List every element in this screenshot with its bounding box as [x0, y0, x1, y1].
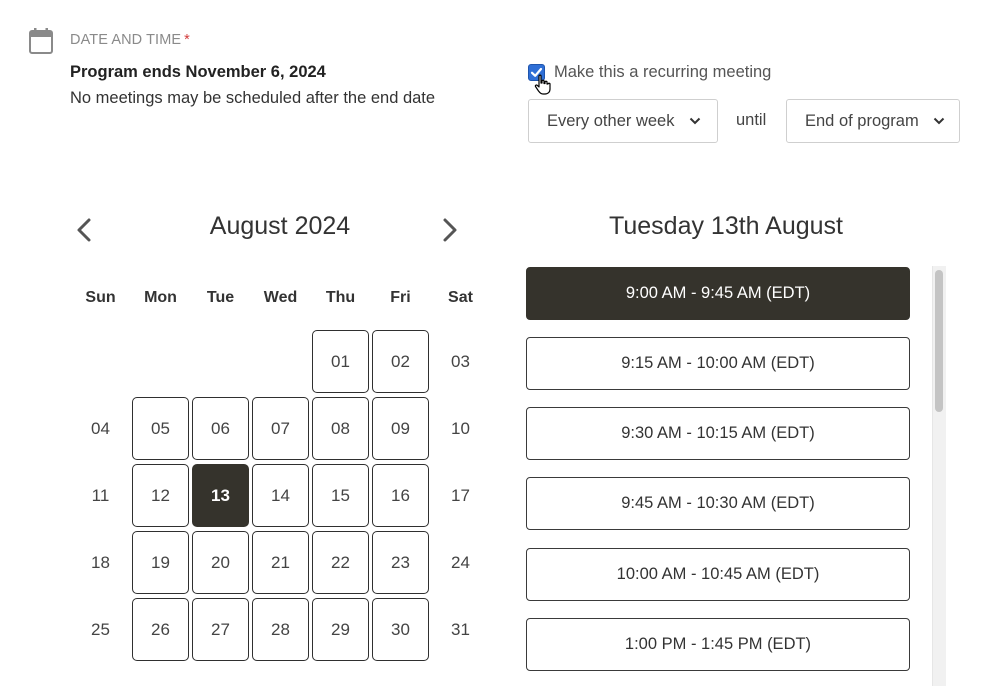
time-slot[interactable]: 9:45 AM - 10:30 AM (EDT): [526, 477, 910, 530]
calendar-day[interactable]: 21: [252, 531, 309, 594]
calendar-day[interactable]: 15: [312, 464, 369, 527]
end-select[interactable]: End of program: [786, 99, 960, 143]
calendar-day[interactable]: 14: [252, 464, 309, 527]
calendar-day[interactable]: 16: [372, 464, 429, 527]
calendar-day[interactable]: 26: [132, 598, 189, 661]
required-marker: *: [184, 32, 190, 48]
section-title: DATE AND TIME *: [70, 32, 190, 48]
time-slot[interactable]: 10:00 AM - 10:45 AM (EDT): [526, 548, 910, 601]
weekday-header: Sun: [85, 289, 116, 306]
calendar-day-unavailable: 03: [451, 351, 470, 371]
calendar-day[interactable]: 19: [132, 531, 189, 594]
slot-scrollbar-thumb[interactable]: [935, 270, 943, 412]
calendar-day[interactable]: 28: [252, 598, 309, 661]
calendar-day-unavailable: 10: [451, 418, 470, 438]
calendar-day[interactable]: 01: [312, 330, 369, 393]
weekday-header: Mon: [144, 289, 177, 306]
calendar-day[interactable]: 23: [372, 531, 429, 594]
weekday-header: Sat: [448, 289, 473, 306]
weekday-header: Fri: [390, 289, 411, 306]
calendar-day[interactable]: 29: [312, 598, 369, 661]
calendar-day-unavailable: 18: [91, 552, 110, 572]
section-title-text: DATE AND TIME: [70, 32, 182, 48]
calendar-day[interactable]: 06: [192, 397, 249, 460]
calendar-day[interactable]: 02: [372, 330, 429, 393]
recurring-label[interactable]: Make this a recurring meeting: [554, 63, 771, 82]
time-slot[interactable]: 9:15 AM - 10:00 AM (EDT): [526, 337, 910, 390]
weekday-header: Wed: [263, 289, 298, 306]
calendar-day[interactable]: 07: [252, 397, 309, 460]
calendar-day[interactable]: 27: [192, 598, 249, 661]
weekday-header: Tue: [206, 289, 235, 306]
time-slot-selected[interactable]: 9:00 AM - 9:45 AM (EDT): [526, 267, 910, 320]
calendar-day-unavailable: 04: [91, 418, 110, 438]
calendar-day[interactable]: 22: [312, 531, 369, 594]
prev-month-button[interactable]: [72, 216, 96, 244]
calendar-day-selected[interactable]: 13: [192, 464, 249, 527]
chevron-down-icon: [689, 117, 701, 125]
time-slot[interactable]: 9:30 AM - 10:15 AM (EDT): [526, 407, 910, 460]
calendar-day-unavailable: 31: [451, 619, 470, 639]
calendar-day[interactable]: 12: [132, 464, 189, 527]
calendar-day-unavailable: 11: [91, 485, 110, 505]
hand-pointer-icon: [534, 74, 551, 95]
chevron-down-icon: [933, 117, 945, 125]
calendar-icon: [29, 28, 53, 54]
program-end-date: Program ends November 6, 2024: [70, 63, 326, 81]
frequency-select[interactable]: Every other week: [528, 99, 718, 143]
until-label: until: [736, 111, 767, 129]
calendar-day[interactable]: 30: [372, 598, 429, 661]
program-end-note: No meetings may be scheduled after the e…: [70, 89, 436, 107]
calendar-day[interactable]: 09: [372, 397, 429, 460]
chevron-left-icon: [77, 218, 91, 242]
calendar-day[interactable]: 08: [312, 397, 369, 460]
selected-date-label: Tuesday 13th August: [609, 212, 843, 240]
end-value: End of program: [805, 111, 919, 130]
calendar-day[interactable]: 20: [192, 531, 249, 594]
calendar-day-unavailable: 25: [91, 619, 110, 639]
calendar-day-unavailable: 17: [451, 485, 470, 505]
chevron-right-icon: [443, 218, 457, 242]
weekday-header: Thu: [325, 289, 356, 306]
calendar-day-unavailable: 24: [451, 552, 470, 572]
time-slot[interactable]: 1:00 PM - 1:45 PM (EDT): [526, 618, 910, 671]
calendar-day[interactable]: 05: [132, 397, 189, 460]
frequency-value: Every other week: [547, 111, 675, 130]
next-month-button[interactable]: [438, 216, 462, 244]
month-label: August 2024: [209, 212, 351, 240]
